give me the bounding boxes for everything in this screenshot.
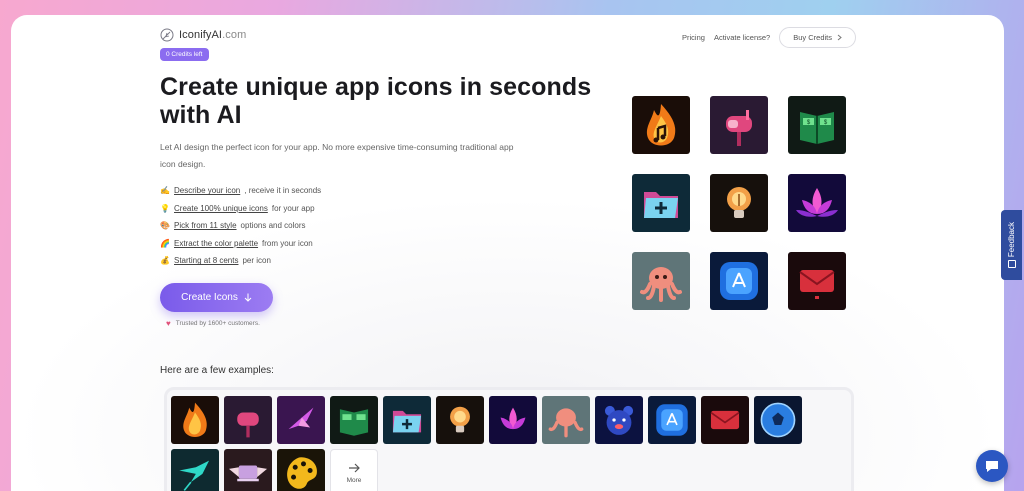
top-nav: Pricing Activate license? Buy Credits <box>682 27 856 48</box>
envelope-icon[interactable] <box>701 396 749 444</box>
bear-icon[interactable] <box>595 396 643 444</box>
hummingbird-icon[interactable] <box>277 396 325 444</box>
feature-link[interactable]: Create 100% unique icons <box>174 204 268 213</box>
octopus-icon[interactable] <box>632 252 690 310</box>
music-flame-icon[interactable] <box>632 96 690 154</box>
feature-item: 🎨 Pick from 11 style options and colors <box>160 221 306 231</box>
feather-logo-icon <box>160 28 174 42</box>
feature-list: ✍ Describe your icon, receive it in secon… <box>160 182 321 270</box>
examples-gallery: More <box>164 387 854 491</box>
folder-plus-icon[interactable] <box>383 396 431 444</box>
logo[interactable]: IconifyAI.com <box>160 28 246 42</box>
palette-emoji-icon: 🎨 <box>160 221 170 231</box>
feature-item: 💰 Starting at 8 cents per icon <box>160 256 271 266</box>
envelope-icon[interactable] <box>788 252 846 310</box>
trusted-note: ♥ Trusted by 1600+ customers. <box>166 319 260 328</box>
more-examples-button[interactable]: More <box>330 449 378 491</box>
feature-link[interactable]: Starting at 8 cents <box>174 256 238 265</box>
create-icons-button[interactable]: Create Icons <box>160 283 273 312</box>
arrow-right-icon <box>349 463 360 472</box>
folder-plus-icon[interactable] <box>632 174 690 232</box>
music-flame-icon[interactable] <box>171 396 219 444</box>
feature-link[interactable]: Extract the color palette <box>174 239 258 248</box>
hero-title: Create unique app icons in seconds with … <box>160 73 592 129</box>
mailbox-icon[interactable] <box>710 96 768 154</box>
app-store-icon[interactable] <box>710 252 768 310</box>
feature-item: 🌈 Extract the color palette from your ico… <box>160 238 313 248</box>
trusted-text: Trusted by 1600+ customers. <box>175 320 260 327</box>
lightbulb-icon[interactable] <box>710 174 768 232</box>
octopus-icon[interactable] <box>542 396 590 444</box>
rainbow-emoji-icon: 🌈 <box>160 238 170 248</box>
teal-bird-icon[interactable] <box>171 449 219 491</box>
more-label: More <box>346 476 362 484</box>
money-emoji-icon: 💰 <box>160 256 170 266</box>
feedback-icon <box>1007 260 1016 269</box>
brand-name: IconifyAI <box>179 29 223 41</box>
create-icons-label: Create Icons <box>181 292 238 303</box>
palette-icon[interactable] <box>277 449 325 491</box>
heart-icon: ♥ <box>166 319 171 328</box>
money-book-icon[interactable] <box>330 396 378 444</box>
chevron-right-icon <box>837 34 842 41</box>
lotus-icon[interactable] <box>788 174 846 232</box>
feature-link[interactable]: Describe your icon <box>174 186 240 195</box>
feedback-label: Feedback <box>1007 221 1016 258</box>
nav-pricing-link[interactable]: Pricing <box>682 33 705 42</box>
soccer-ball-icon[interactable] <box>754 396 802 444</box>
main-card: IconifyAI.com 0 Credits left Pricing Act… <box>11 15 1004 491</box>
feature-item: ✍ Describe your icon, receive it in secon… <box>160 186 322 196</box>
lightbulb-icon[interactable] <box>436 396 484 444</box>
brand-suffix: .com <box>222 29 247 41</box>
buy-credits-button[interactable]: Buy Credits <box>779 27 856 48</box>
money-book-icon[interactable]: $ $ <box>788 96 846 154</box>
lotus-icon[interactable] <box>489 396 537 444</box>
feature-link[interactable]: Pick from 11 style <box>174 221 237 230</box>
lightbulb-emoji-icon: 💡 <box>160 203 170 213</box>
chat-bubble-icon <box>986 460 998 472</box>
arrow-down-icon <box>244 293 252 302</box>
examples-title: Here are a few examples: <box>160 365 274 376</box>
mailbox-icon[interactable] <box>224 396 272 444</box>
nav-activate-link[interactable]: Activate license? <box>714 33 770 42</box>
app-store-icon[interactable] <box>648 396 696 444</box>
hero-description: Let AI design the perfect icon for your … <box>160 142 514 169</box>
buy-credits-label: Buy Credits <box>793 33 832 42</box>
writing-hand-icon: ✍ <box>160 186 170 196</box>
feature-item: 💡 Create 100% unique icons for your app <box>160 203 315 213</box>
chat-launcher-button[interactable] <box>976 450 1008 482</box>
feedback-tab[interactable]: Feedback <box>1001 210 1022 280</box>
winged-laptop-icon[interactable] <box>224 449 272 491</box>
credits-badge: 0 Credits left <box>160 48 209 61</box>
